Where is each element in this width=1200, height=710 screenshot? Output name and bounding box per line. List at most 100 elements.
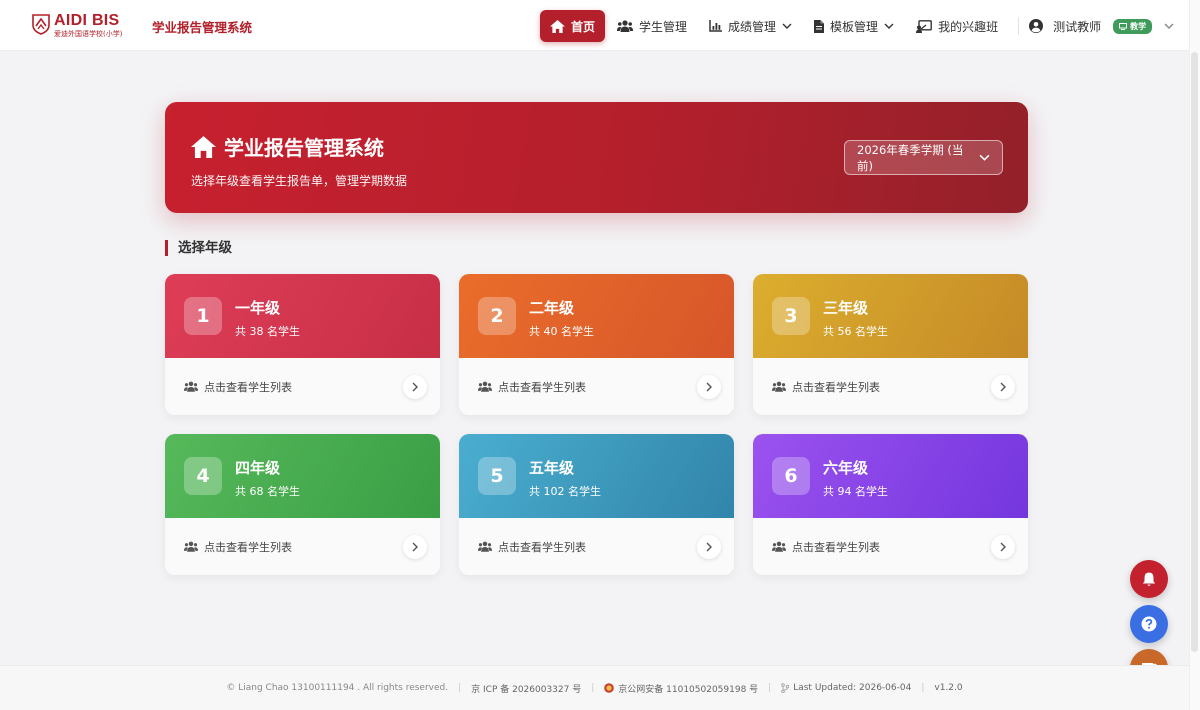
grade-name: 二年级 — [529, 299, 575, 317]
grade-card-header: 4 四年级共 68 名学生 — [165, 434, 440, 518]
grade-card-footer[interactable]: 点击查看学生列表 — [165, 358, 440, 415]
footer-police-record[interactable]: 京公网安备 11010502059198 号 — [604, 682, 758, 695]
chevron-right-icon — [706, 382, 712, 392]
nav-home-label: 首页 — [571, 19, 596, 34]
grade-card-footer[interactable]: 点击查看学生列表 — [459, 518, 734, 575]
users-icon — [772, 541, 786, 552]
grade-name: 三年级 — [823, 299, 869, 317]
grade-name: 四年级 — [235, 459, 281, 477]
chevron-right-icon — [412, 542, 418, 552]
grade-name: 五年级 — [529, 459, 575, 477]
school-logo[interactable]: AIDI BIS 爱迪外国语学校(小学) — [32, 13, 122, 39]
grade-student-count: 共 38 名学生 — [235, 325, 300, 338]
footer-icp[interactable]: 京 ICP 备 2026003327 号 — [471, 682, 581, 695]
grade-card-2[interactable]: 2 二年级共 40 名学生 点击查看学生列表 — [459, 274, 734, 415]
user-name: 测试教师 — [1053, 19, 1102, 34]
home-icon — [550, 19, 565, 33]
chevron-down-icon — [1164, 23, 1174, 29]
notification-button[interactable] — [1130, 560, 1168, 598]
user-menu[interactable]: 测试教师 教学 — [1029, 18, 1174, 35]
scrollbar-thumb[interactable] — [1191, 52, 1198, 652]
top-navbar: AIDI BIS 爱迪外国语学校(小学) 学业报告管理系统 首页 学生管理 成绩… — [0, 0, 1189, 51]
chart-icon — [709, 20, 723, 32]
view-student-list-label: 点击查看学生列表 — [792, 380, 880, 394]
view-student-list-label: 点击查看学生列表 — [204, 380, 292, 394]
view-student-list-label: 点击查看学生列表 — [204, 540, 292, 554]
git-branch-icon — [781, 683, 790, 693]
user-avatar-icon — [1029, 19, 1044, 33]
term-select[interactable]: 2026年春季学期 (当前) — [844, 140, 1003, 175]
chevron-right-icon — [706, 542, 712, 552]
card-arrow-button[interactable] — [991, 375, 1015, 399]
footer-version: v1.2.0 — [934, 683, 963, 693]
chevron-right-icon — [412, 382, 418, 392]
grade-card-footer[interactable]: 点击查看学生列表 — [753, 518, 1028, 575]
help-button[interactable] — [1130, 605, 1168, 643]
section-title: 选择年级 — [165, 240, 232, 256]
users-icon — [184, 381, 198, 392]
nav-scores[interactable]: 成绩管理 — [699, 10, 802, 42]
grade-card-4[interactable]: 4 四年级共 68 名学生点击查看学生列表 — [165, 434, 440, 575]
nav-templates[interactable]: 模板管理 — [804, 10, 904, 42]
view-student-list-label: 点击查看学生列表 — [498, 380, 586, 394]
grade-number-badge: 6 — [772, 457, 810, 495]
grade-number-badge: 5 — [478, 457, 516, 495]
nav-interest-class-label: 我的兴趣班 — [938, 19, 999, 34]
grade-card-header: 1 一年级共 38 名学生 — [165, 274, 440, 358]
footer-separator: | — [921, 683, 925, 693]
users-icon — [772, 381, 786, 392]
grade-card-footer[interactable]: 点击查看学生列表 — [165, 518, 440, 575]
grade-card-5[interactable]: 5 五年级共 102 名学生 点击查看学生列表 — [459, 434, 734, 575]
chevron-down-icon — [979, 154, 990, 161]
grade-card-header: 6 六年级共 94 名学生 — [753, 434, 1028, 518]
grade-student-count: 共 94 名学生 — [823, 485, 888, 498]
hero-banner: 学业报告管理系统 选择年级查看学生报告单，管理学期数据 2026年春季学期 (当… — [165, 102, 1028, 213]
grade-card-header: 2 二年级共 40 名学生 — [459, 274, 734, 358]
role-badge-label: 教学 — [1130, 21, 1147, 31]
page-footer: © Liang Chao 13100111194 . All rights re… — [0, 665, 1189, 710]
main-nav: 首页 学生管理 成绩管理 模板管理 我的兴趣班 测试教师 教学 — [540, 10, 1174, 42]
nav-templates-label: 模板管理 — [830, 19, 879, 34]
grade-card-footer[interactable]: 点击查看学生列表 — [459, 358, 734, 415]
term-select-value: 2026年春季学期 (当前) — [857, 142, 964, 173]
police-badge-icon — [604, 683, 615, 693]
nav-interest-class[interactable]: 我的兴趣班 — [906, 10, 1008, 42]
grade-card-6[interactable]: 6 六年级共 94 名学生点击查看学生列表 — [753, 434, 1028, 575]
hero-title: 学业报告管理系统 — [224, 136, 384, 160]
page-scrollbar[interactable] — [1189, 0, 1200, 710]
nav-students[interactable]: 学生管理 — [607, 10, 697, 42]
footer-updated: Last Updated: 2026-06-04 — [781, 683, 911, 693]
users-icon — [184, 541, 198, 552]
logo-text: AIDI BIS — [54, 12, 120, 29]
chevron-down-icon — [884, 23, 894, 29]
grade-number-badge: 3 — [772, 297, 810, 335]
card-arrow-button[interactable] — [403, 375, 427, 399]
grade-card-footer[interactable]: 点击查看学生列表 — [753, 358, 1028, 415]
card-arrow-button[interactable] — [697, 535, 721, 559]
grade-number-badge: 1 — [184, 297, 222, 335]
nav-divider — [1018, 17, 1020, 35]
chevron-right-icon — [1000, 542, 1006, 552]
grade-student-count: 共 40 名学生 — [529, 325, 594, 338]
grade-card-1[interactable]: 1 一年级共 38 名学生点击查看学生列表 — [165, 274, 440, 415]
card-arrow-button[interactable] — [697, 375, 721, 399]
grade-name: 一年级 — [235, 299, 281, 317]
footer-copyright: © Liang Chao 13100111194 . All rights re… — [226, 683, 449, 693]
screen-icon — [1119, 22, 1128, 30]
footer-separator: | — [458, 683, 462, 693]
card-arrow-button[interactable] — [991, 535, 1015, 559]
grade-card-header: 3 三年级共 56 名学生 — [753, 274, 1028, 358]
card-arrow-button[interactable] — [403, 535, 427, 559]
bell-icon — [1142, 572, 1156, 586]
view-student-list-label: 点击查看学生列表 — [792, 540, 880, 554]
footer-separator: | — [591, 683, 595, 693]
footer-separator: | — [768, 683, 772, 693]
hero-subtitle: 选择年级查看学生报告单，管理学期数据 — [191, 174, 408, 188]
nav-students-label: 学生管理 — [639, 19, 688, 34]
question-icon — [1141, 616, 1157, 632]
logo-subtext: 爱迪外国语学校(小学) — [54, 30, 123, 38]
nav-home[interactable]: 首页 — [540, 10, 606, 42]
users-icon — [478, 541, 492, 552]
grade-card-header: 5 五年级共 102 名学生 — [459, 434, 734, 518]
grade-card-3[interactable]: 3 三年级共 56 名学生 点击查看学生列表 — [753, 274, 1028, 415]
